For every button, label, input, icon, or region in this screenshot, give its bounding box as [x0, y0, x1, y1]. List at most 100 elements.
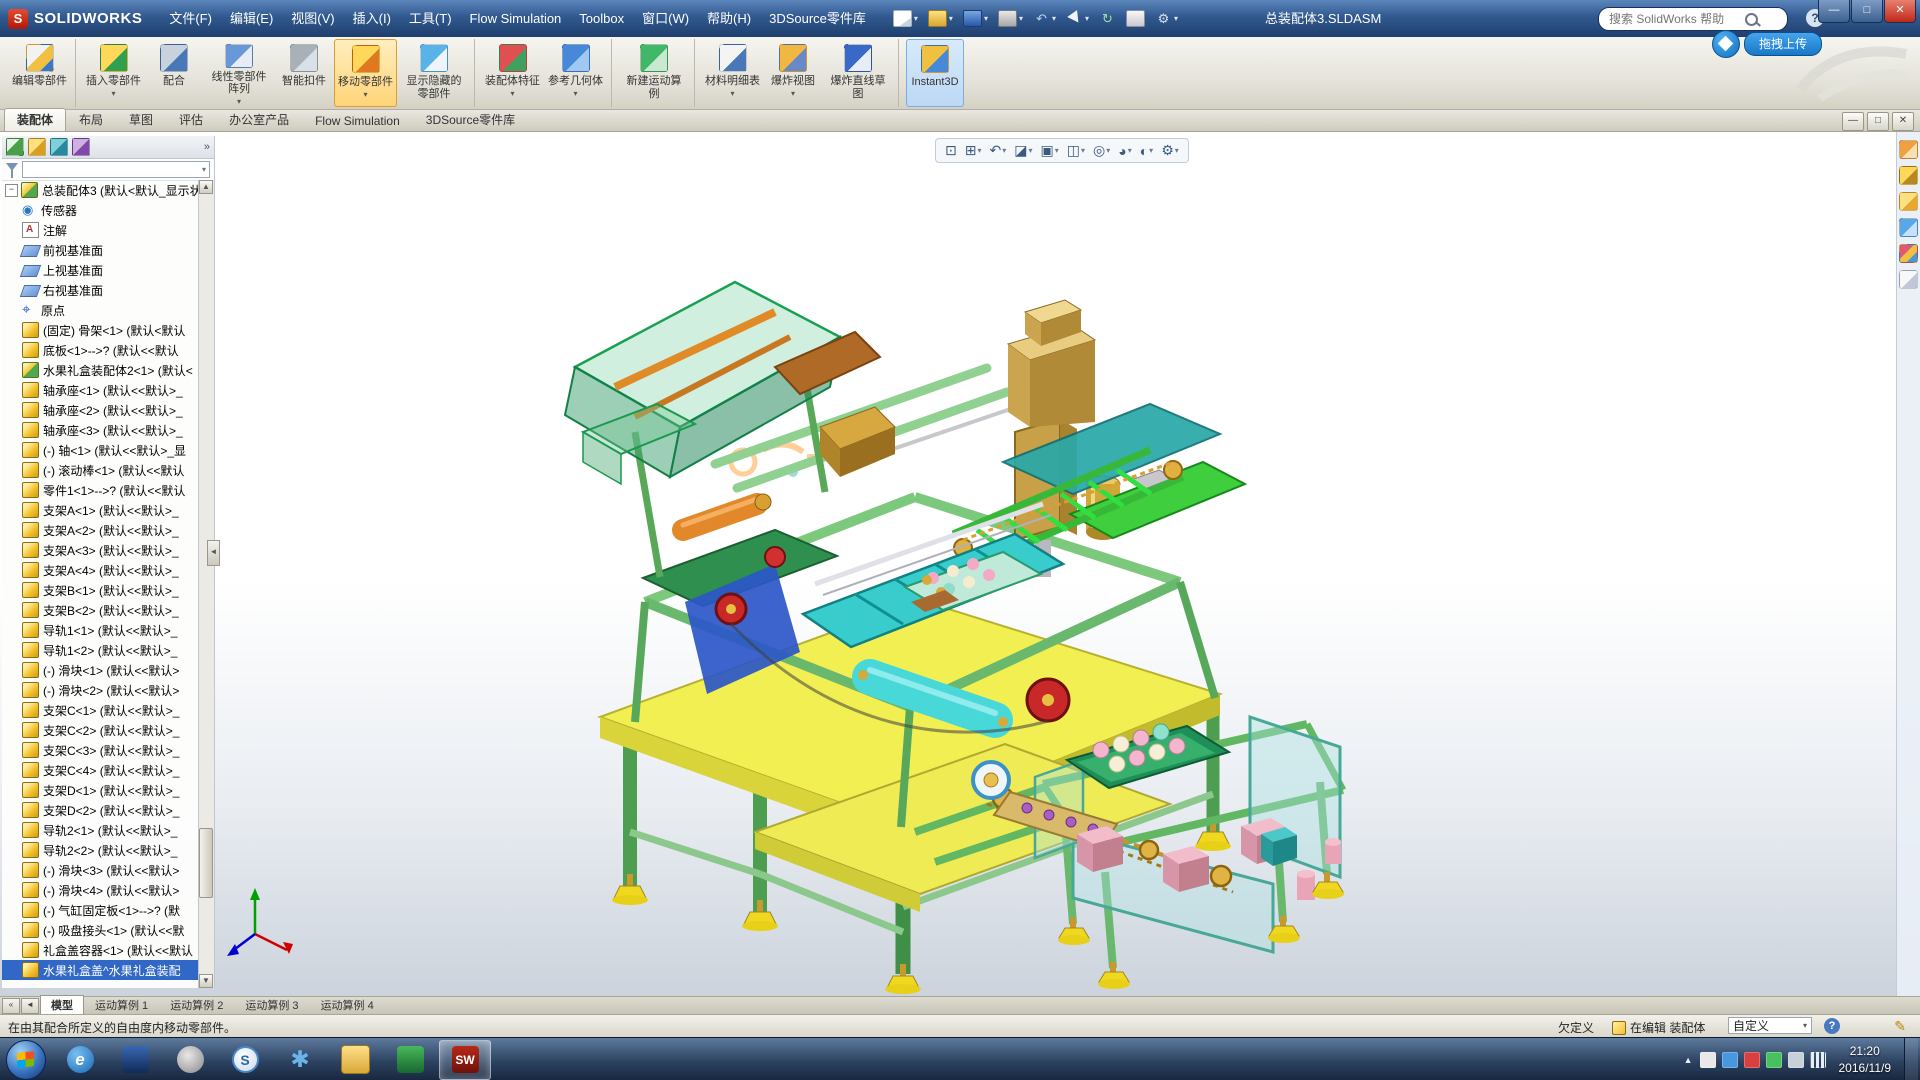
panel-chevron[interactable]: » [204, 141, 210, 153]
menu-item[interactable]: 帮助(H) [698, 0, 760, 37]
taskbar-app-solidworks[interactable]: SW [439, 1040, 491, 1080]
panel-splitter[interactable]: ◄ [207, 540, 220, 566]
taskbar-app-compass[interactable]: S [219, 1040, 271, 1080]
menu-item[interactable]: Flow Simulation [461, 0, 571, 37]
study-nav-button[interactable]: « [2, 998, 20, 1014]
drag-upload-button[interactable]: 拖拽上传 [1744, 32, 1822, 56]
command-tab[interactable]: 布局 [66, 108, 116, 131]
tray-icon-2[interactable] [1722, 1052, 1738, 1068]
quick-tool-button[interactable] [1095, 9, 1120, 28]
tree-item[interactable]: 支架A<1> (默认<<默认>_ [2, 500, 199, 520]
ribbon-button[interactable]: 线性零部件阵列 [204, 39, 274, 107]
close-button[interactable]: ✕ [1884, 0, 1916, 23]
view-tool-button[interactable]: ◫ [1064, 141, 1088, 160]
ribbon-button[interactable]: Instant3D [906, 39, 964, 107]
tray-icon-network[interactable] [1810, 1052, 1826, 1068]
propertymanager-tab-icon[interactable] [28, 138, 46, 156]
ribbon-button[interactable]: 编辑零部件 [9, 39, 76, 107]
status-help-icon[interactable]: ? [1824, 1018, 1840, 1034]
custom-properties-icon[interactable] [1899, 270, 1918, 289]
tree-item[interactable]: 水果礼盒装配体2<1> (默认< [2, 360, 199, 380]
taskbar-app-folder[interactable] [329, 1040, 381, 1080]
collapse-icon[interactable] [5, 184, 18, 197]
doc-minimize-button[interactable]: — [1842, 112, 1864, 131]
search-icon[interactable] [1745, 13, 1758, 26]
hopper-feeder[interactable] [565, 282, 895, 606]
view-palette-icon[interactable] [1899, 218, 1918, 237]
tree-item[interactable]: 支架C<3> (默认<<默认>_ [2, 740, 199, 760]
tree-item[interactable]: 礼盒盖容器<1> (默认<<默认 [2, 940, 199, 960]
tree-item[interactable]: (-) 滑块<1> (默认<<默认> [2, 660, 199, 680]
ribbon-button[interactable]: 装配体特征 [482, 39, 543, 107]
tree-item[interactable]: (-) 轴<1> (默认<<默认>_显 [2, 440, 199, 460]
tree-scrollbar[interactable]: ▲ ▼ [198, 180, 214, 988]
view-tool-button[interactable]: ⊡ [942, 141, 960, 160]
tree-item[interactable]: 零件1<1>-->? (默认<<默认 [2, 480, 199, 500]
quick-tool-button[interactable] [1122, 8, 1149, 29]
tree-item[interactable]: 轴承座<3> (默认<<默认>_ [2, 420, 199, 440]
configurationmanager-tab-icon[interactable] [50, 138, 68, 156]
view-tool-button[interactable]: ◎ [1090, 141, 1113, 160]
quick-tool-button[interactable] [889, 8, 922, 29]
tray-icon-4[interactable] [1766, 1052, 1782, 1068]
tray-expand-icon[interactable]: ▲ [1684, 1055, 1693, 1065]
menu-item[interactable]: 插入(I) [344, 0, 400, 37]
quick-tool-button[interactable] [1151, 9, 1182, 28]
study-tab[interactable]: 运动算例 3 [234, 995, 309, 1016]
study-nav-button[interactable]: ◄ [21, 998, 39, 1014]
filter-input[interactable] [22, 161, 210, 178]
tree-item[interactable]: 底板<1>-->? (默认<<默认 [2, 340, 199, 360]
menu-item[interactable]: 文件(F) [160, 0, 221, 37]
view-tool-button[interactable]: ◪ [1011, 141, 1035, 160]
view-tool-button[interactable]: ⚙ [1158, 141, 1182, 160]
doc-restore-button[interactable]: □ [1867, 112, 1889, 131]
tree-item[interactable]: (-) 滑块<2> (默认<<默认> [2, 680, 199, 700]
quick-tool-button[interactable] [1062, 9, 1093, 28]
quick-tool-button[interactable] [994, 8, 1027, 29]
tree-item[interactable]: 支架C<2> (默认<<默认>_ [2, 720, 199, 740]
tree-item[interactable]: 右视基准面 [2, 280, 199, 300]
appearances-scenes-icon[interactable] [1899, 244, 1918, 263]
restore-button[interactable]: □ [1851, 0, 1883, 23]
view-tool-button[interactable]: ↶ [986, 141, 1009, 160]
menu-item[interactable]: 窗口(W) [633, 0, 698, 37]
ribbon-button[interactable]: 新建运动算例 [619, 39, 695, 107]
tray-icon-volume[interactable] [1788, 1052, 1804, 1068]
command-tab[interactable]: 装配体 [4, 108, 66, 131]
menu-item[interactable]: 视图(V) [282, 0, 343, 37]
tree-item[interactable]: 注解 [2, 220, 199, 240]
ribbon-button[interactable]: 配合 [146, 39, 202, 107]
tree-item[interactable]: (-) 滚动棒<1> (默认<<默认 [2, 460, 199, 480]
command-tab[interactable]: 办公室产品 [216, 108, 302, 131]
ribbon-button[interactable]: 显示隐藏的零部件 [399, 39, 475, 107]
file-explorer-icon[interactable] [1899, 192, 1918, 211]
view-tool-button[interactable]: ◕ [1115, 142, 1134, 160]
tree-item[interactable]: 水果礼盒盖^水果礼盒装配 [2, 960, 199, 980]
quick-tool-button[interactable] [959, 8, 992, 29]
tree-item[interactable]: 前视基准面 [2, 240, 199, 260]
command-tab[interactable]: 3DSource零件库 [413, 108, 528, 131]
tree-item[interactable]: 导轨1<1> (默认<<默认>_ [2, 620, 199, 640]
view-tool-button[interactable]: ⊞ [962, 141, 985, 160]
study-tab[interactable]: 运动算例 4 [310, 995, 385, 1016]
tree-item[interactable]: 支架A<4> (默认<<默认>_ [2, 560, 199, 580]
tree-item[interactable]: 支架B<2> (默认<<默认>_ [2, 600, 199, 620]
scroll-down-icon[interactable]: ▼ [199, 974, 213, 988]
tray-icon-1[interactable] [1700, 1052, 1716, 1068]
dimxpert-tab-icon[interactable] [72, 138, 90, 156]
tree-item[interactable]: 支架C<4> (默认<<默认>_ [2, 760, 199, 780]
ribbon-button[interactable]: 参考几何体 [545, 39, 612, 107]
study-tab[interactable]: 运动算例 2 [159, 995, 234, 1016]
tree-item[interactable]: 导轨2<2> (默认<<默认>_ [2, 840, 199, 860]
start-button[interactable] [6, 1040, 46, 1080]
tree-item[interactable]: 支架B<1> (默认<<默认>_ [2, 580, 199, 600]
design-library-icon[interactable] [1899, 166, 1918, 185]
tree-item[interactable]: (固定) 骨架<1> (默认<默认 [2, 320, 199, 340]
tree-item[interactable]: 支架A<3> (默认<<默认>_ [2, 540, 199, 560]
taskbar-app-2[interactable] [109, 1040, 161, 1080]
search-input[interactable] [1607, 11, 1741, 27]
taskbar-app-browser[interactable]: e [54, 1040, 106, 1080]
tree-item[interactable]: 导轨2<1> (默认<<默认>_ [2, 820, 199, 840]
command-tab[interactable]: 草图 [116, 108, 166, 131]
ribbon-button[interactable]: 移动零部件 [334, 39, 397, 107]
